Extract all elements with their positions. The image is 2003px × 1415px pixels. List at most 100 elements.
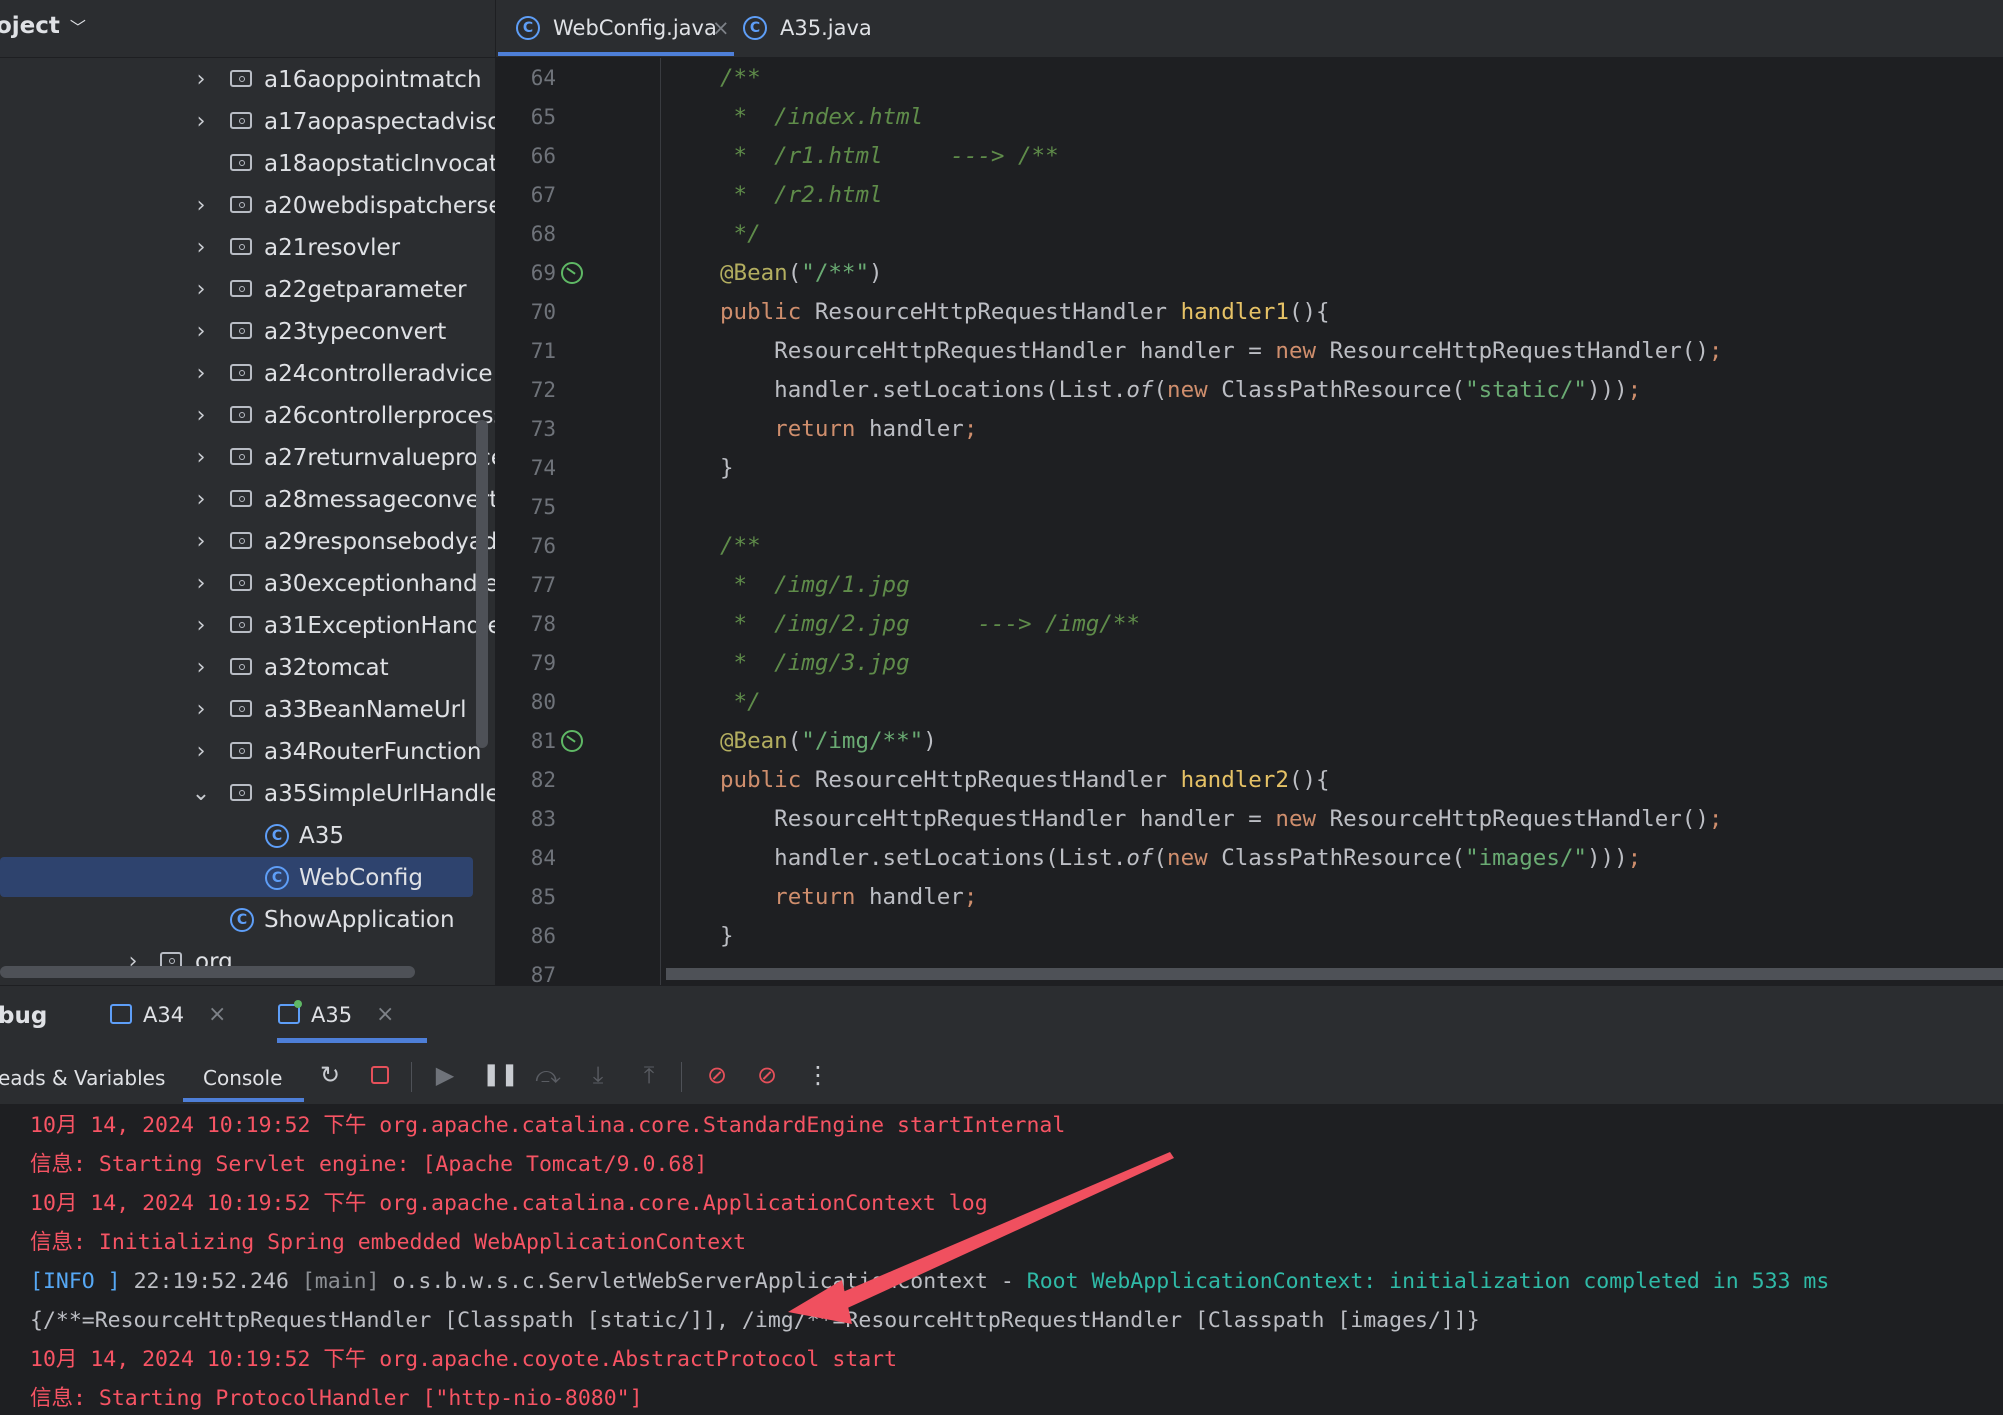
line-number: 65 (530, 105, 556, 129)
tree-item-showapplication[interactable]: C ShowApplication (0, 899, 495, 941)
line-number: 86 (530, 924, 556, 948)
code-text: /** (720, 533, 761, 559)
run-tab-a35[interactable]: A35 × (276, 990, 401, 1040)
line-number: 78 (530, 612, 556, 636)
tab-a35-java[interactable]: C A35.java (741, 0, 891, 57)
view-breakpoints-icon[interactable]: ⊘ (702, 1059, 732, 1091)
line-number: 79 (530, 651, 556, 675)
code-text: } (720, 923, 734, 949)
tree-item-a27returnvalueprocess[interactable]: › a27returnvalueprocess (0, 437, 495, 479)
tree-item-a26controllerprocess[interactable]: › a26controllerprocess (0, 395, 495, 437)
step-into-icon[interactable]: ⤓ (583, 1059, 613, 1091)
tree-item-label: a32tomcat (264, 655, 389, 681)
log-thread: [main] (301, 1269, 380, 1294)
tab-webconfig-java[interactable]: C WebConfig.java × (506, 0, 734, 57)
tree-item-label: a24controlleradvice (264, 361, 493, 387)
rerun-icon[interactable]: ↻ (315, 1059, 345, 1091)
chevron-right-icon[interactable]: › (191, 521, 211, 563)
code-text: */ (720, 221, 761, 247)
chevron-right-icon[interactable]: › (191, 59, 211, 101)
chevron-right-icon[interactable]: › (191, 269, 211, 311)
tree-item-label: a35SimpleUrlHandler (264, 781, 495, 807)
code-text: } (720, 455, 734, 481)
tree-item-a34routerfunction[interactable]: › a34RouterFunction (0, 731, 495, 773)
console-line: 10月 14, 2024 10:19:52 下午 org.apache.coyo… (30, 1347, 898, 1372)
tree-item-label: a30exceptionhandler (264, 571, 495, 597)
tree-item-a22getparameter[interactable]: › a22getparameter (0, 269, 495, 311)
resume-icon[interactable]: ▶ (430, 1059, 460, 1091)
close-icon[interactable]: × (208, 990, 226, 1040)
project-vertical-scrollbar[interactable] (476, 420, 488, 748)
code-editor[interactable]: 64 /** 65 * /index.html 66 * /r1.html ---… (496, 58, 2003, 985)
close-icon[interactable]: × (376, 990, 394, 1040)
tree-item-a32tomcat[interactable]: › a32tomcat (0, 647, 495, 689)
tree-item-label: A35 (299, 823, 345, 849)
line-number: 67 (530, 183, 556, 207)
run-tab-label: A35 (311, 1003, 353, 1027)
tree-item-a30exceptionhandler[interactable]: › a30exceptionhandler (0, 563, 495, 605)
tree-item-a20webdispatcherserv[interactable]: › a20webdispatcherserv (0, 185, 495, 227)
line-number: 87 (530, 963, 556, 985)
tree-item-a21resovler[interactable]: › a21resovler (0, 227, 495, 269)
tree-item-a28messageconvert[interactable]: › a28messageconvert (0, 479, 495, 521)
bean-gutter-icon[interactable] (561, 262, 583, 284)
line-number: 71 (530, 339, 556, 363)
tree-item-a31exceptionhandler[interactable]: › a31ExceptionHandler (0, 605, 495, 647)
tree-item-a16aoppointmatch[interactable]: › a16aoppointmatch (0, 59, 495, 101)
pause-icon[interactable]: ❚❚ (482, 1059, 519, 1091)
line-number: 76 (530, 534, 556, 558)
code-text: ResourceHttpRequestHandler handler = new… (720, 338, 1723, 364)
package-icon (230, 154, 252, 171)
line-number: 72 (530, 378, 556, 402)
chevron-down-icon[interactable]: ⌄ (191, 773, 211, 815)
tree-item-label: a16aoppointmatch (264, 67, 482, 93)
tab-threads-variables[interactable]: eads & Variables (0, 1058, 165, 1098)
package-icon (230, 574, 252, 591)
tree-item-class-webconfig[interactable]: C WebConfig (0, 857, 495, 899)
tree-item-label: a27returnvalueprocess (264, 445, 495, 471)
chevron-right-icon[interactable]: › (191, 353, 211, 395)
tree-item-a24controlleradvice[interactable]: › a24controlleradvice (0, 353, 495, 395)
chevron-right-icon[interactable]: › (191, 689, 211, 731)
java-class-icon: C (265, 824, 289, 848)
chevron-right-icon[interactable]: › (191, 437, 211, 479)
bean-gutter-icon[interactable] (561, 730, 583, 752)
tree-item-label: a33BeanNameUrl (264, 697, 467, 723)
step-out-icon[interactable]: ⤒ (634, 1059, 664, 1091)
line-number: 64 (530, 66, 556, 90)
tree-item-a29responsebodyadvi[interactable]: › a29responsebodyadvi (0, 521, 495, 563)
package-icon (230, 322, 252, 339)
step-over-icon[interactable]: ⤼ (533, 1059, 563, 1091)
close-icon[interactable]: × (712, 0, 730, 57)
chevron-right-icon[interactable]: › (191, 563, 211, 605)
chevron-right-icon[interactable]: › (191, 185, 211, 227)
more-options-icon[interactable]: ⋮ (803, 1059, 833, 1091)
chevron-right-icon[interactable]: › (191, 731, 211, 773)
tree-item-a17aopaspectadvisor[interactable]: › a17aopaspectadvisor (0, 101, 495, 143)
editor-horizontal-scrollbar[interactable] (666, 968, 2003, 980)
stop-icon[interactable] (365, 1059, 395, 1091)
mute-breakpoints-icon[interactable]: ⊘ (752, 1059, 782, 1091)
tree-item-a23typeconvert[interactable]: › a23typeconvert (0, 311, 495, 353)
tree-item-a33beannameurl[interactable]: › a33BeanNameUrl (0, 689, 495, 731)
chevron-right-icon[interactable]: › (191, 395, 211, 437)
chevron-right-icon[interactable]: › (191, 227, 211, 269)
tab-console[interactable]: Console (203, 1058, 282, 1098)
chevron-right-icon[interactable]: › (191, 311, 211, 353)
chevron-right-icon[interactable]: › (191, 605, 211, 647)
console-output[interactable]: 10月 14, 2024 10:19:52 下午 org.apache.cata… (0, 1104, 2003, 1415)
tree-item-class-a35[interactable]: C A35 (0, 815, 495, 857)
tree-item-a35simpleurlhandler[interactable]: ⌄ a35SimpleUrlHandler (0, 773, 495, 815)
chevron-right-icon[interactable]: › (191, 647, 211, 689)
package-icon (230, 616, 252, 633)
project-horizontal-scrollbar[interactable] (0, 966, 415, 978)
project-view-selector[interactable]: oject ﹀ (0, 13, 86, 39)
tree-item-label: a28messageconvert (264, 487, 495, 513)
chevron-right-icon[interactable]: › (191, 101, 211, 143)
tree-item-label: WebConfig (299, 865, 423, 891)
run-tab-a34[interactable]: A34 × (108, 990, 233, 1040)
tree-item-a18aopstaticinvocation[interactable]: a18aopstaticInvocatio (0, 143, 495, 185)
run-tab-label: A34 (143, 1003, 185, 1027)
chevron-right-icon[interactable]: › (191, 479, 211, 521)
line-number: 77 (530, 573, 556, 597)
